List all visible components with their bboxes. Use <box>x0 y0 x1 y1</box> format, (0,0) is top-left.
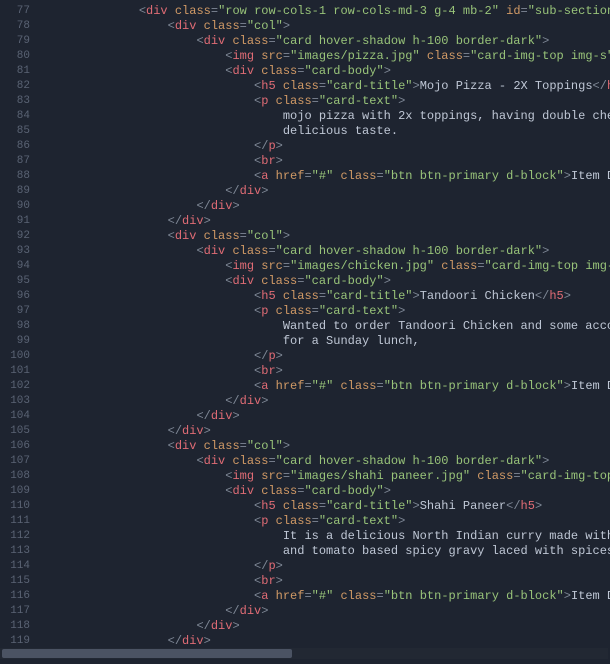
code-line[interactable]: <h5 class="card-title">Mojo Pizza - 2X T… <box>38 79 610 94</box>
code-line[interactable]: </div> <box>38 394 610 409</box>
code-line[interactable]: Wanted to order Tandoori Chicken and som… <box>38 319 610 334</box>
code-line[interactable]: </p> <box>38 349 610 364</box>
code-line[interactable]: <img src="images/chicken.jpg" class="car… <box>38 259 610 274</box>
code-line[interactable]: <img src="images/shahi paneer.jpg" class… <box>38 469 610 484</box>
code-line[interactable]: <br> <box>38 364 610 379</box>
code-line[interactable]: <p class="card-text"> <box>38 304 610 319</box>
line-number: 87 <box>0 154 38 169</box>
line-number: 109 <box>0 484 38 499</box>
code-line[interactable]: <div class="card hover-shadow h-100 bord… <box>38 244 610 259</box>
line-number: 80 <box>0 49 38 64</box>
line-number: 115 <box>0 574 38 589</box>
line-number: 96 <box>0 289 38 304</box>
line-number: 117 <box>0 604 38 619</box>
code-line[interactable]: mojo pizza with 2x toppings, having doub… <box>38 109 610 124</box>
code-line[interactable]: </div> <box>38 619 610 634</box>
code-editor[interactable]: 7778798081828384858687888990919293949596… <box>0 0 610 646</box>
line-number: 94 <box>0 259 38 274</box>
line-number: 105 <box>0 424 38 439</box>
line-number: 106 <box>0 439 38 454</box>
code-line[interactable]: <h5 class="card-title">Tandoori Chicken<… <box>38 289 610 304</box>
line-number: 112 <box>0 529 38 544</box>
line-number: 116 <box>0 589 38 604</box>
line-number: 81 <box>0 64 38 79</box>
horizontal-scrollbar-thumb[interactable] <box>2 649 292 658</box>
line-number: 108 <box>0 469 38 484</box>
line-number: 118 <box>0 619 38 634</box>
line-number-gutter: 7778798081828384858687888990919293949596… <box>0 0 38 646</box>
code-line[interactable]: </p> <box>38 559 610 574</box>
line-number: 83 <box>0 94 38 109</box>
code-line[interactable]: </div> <box>38 184 610 199</box>
line-number: 91 <box>0 214 38 229</box>
line-number: 77 <box>0 4 38 19</box>
code-line[interactable]: <a href="#" class="btn btn-primary d-blo… <box>38 589 610 604</box>
line-number: 90 <box>0 199 38 214</box>
line-number: 107 <box>0 454 38 469</box>
line-number: 99 <box>0 334 38 349</box>
code-line[interactable]: delicious taste. <box>38 124 610 139</box>
code-line[interactable]: </div> <box>38 214 610 229</box>
code-line[interactable]: <div class="col"> <box>38 19 610 34</box>
code-line[interactable]: <a href="#" class="btn btn-primary d-blo… <box>38 169 610 184</box>
line-number: 104 <box>0 409 38 424</box>
code-line[interactable]: <div class="card-body"> <box>38 484 610 499</box>
line-number: 102 <box>0 379 38 394</box>
line-number: 119 <box>0 634 38 649</box>
code-line[interactable]: <div class="col"> <box>38 439 610 454</box>
line-number: 98 <box>0 319 38 334</box>
code-line[interactable]: <br> <box>38 154 610 169</box>
code-line[interactable]: </p> <box>38 139 610 154</box>
code-line[interactable]: <div class="card hover-shadow h-100 bord… <box>38 454 610 469</box>
line-number: 111 <box>0 514 38 529</box>
line-number: 103 <box>0 394 38 409</box>
line-number: 100 <box>0 349 38 364</box>
horizontal-scrollbar[interactable] <box>0 648 608 659</box>
line-number: 93 <box>0 244 38 259</box>
code-line[interactable]: <p class="card-text"> <box>38 514 610 529</box>
line-number: 114 <box>0 559 38 574</box>
code-line[interactable]: It is a delicious North Indian curry mad… <box>38 529 610 544</box>
line-number: 85 <box>0 124 38 139</box>
code-line[interactable]: <a href="#" class="btn btn-primary d-blo… <box>38 379 610 394</box>
code-line[interactable]: <div class="col"> <box>38 229 610 244</box>
line-number: 88 <box>0 169 38 184</box>
line-number: 78 <box>0 19 38 34</box>
code-line[interactable]: <h5 class="card-title">Shahi Paneer</h5> <box>38 499 610 514</box>
code-line[interactable]: <br> <box>38 574 610 589</box>
code-line[interactable]: <p class="card-text"> <box>38 94 610 109</box>
line-number: 86 <box>0 139 38 154</box>
code-line[interactable]: </div> <box>38 634 610 646</box>
line-number: 84 <box>0 109 38 124</box>
line-number: 113 <box>0 544 38 559</box>
code-line[interactable]: for a Sunday lunch, <box>38 334 610 349</box>
code-line[interactable]: <div class="card hover-shadow h-100 bord… <box>38 34 610 49</box>
code-line[interactable]: </div> <box>38 409 610 424</box>
line-number: 92 <box>0 229 38 244</box>
code-line[interactable]: </div> <box>38 604 610 619</box>
code-line[interactable]: <div class="row row-cols-1 row-cols-md-3… <box>38 4 610 19</box>
line-number: 89 <box>0 184 38 199</box>
code-line[interactable]: <div class="card-body"> <box>38 64 610 79</box>
code-line[interactable]: <div class="card-body"> <box>38 274 610 289</box>
line-number: 110 <box>0 499 38 514</box>
code-area[interactable]: <div class="row row-cols-1 row-cols-md-3… <box>38 0 610 646</box>
line-number: 82 <box>0 79 38 94</box>
code-line[interactable]: <img src="images/pizza.jpg" class="card-… <box>38 49 610 64</box>
line-number: 101 <box>0 364 38 379</box>
code-line[interactable]: </div> <box>38 424 610 439</box>
code-line[interactable]: and tomato based spicy gravy laced with … <box>38 544 610 559</box>
code-line[interactable]: </div> <box>38 199 610 214</box>
line-number: 79 <box>0 34 38 49</box>
line-number: 95 <box>0 274 38 289</box>
line-number: 97 <box>0 304 38 319</box>
